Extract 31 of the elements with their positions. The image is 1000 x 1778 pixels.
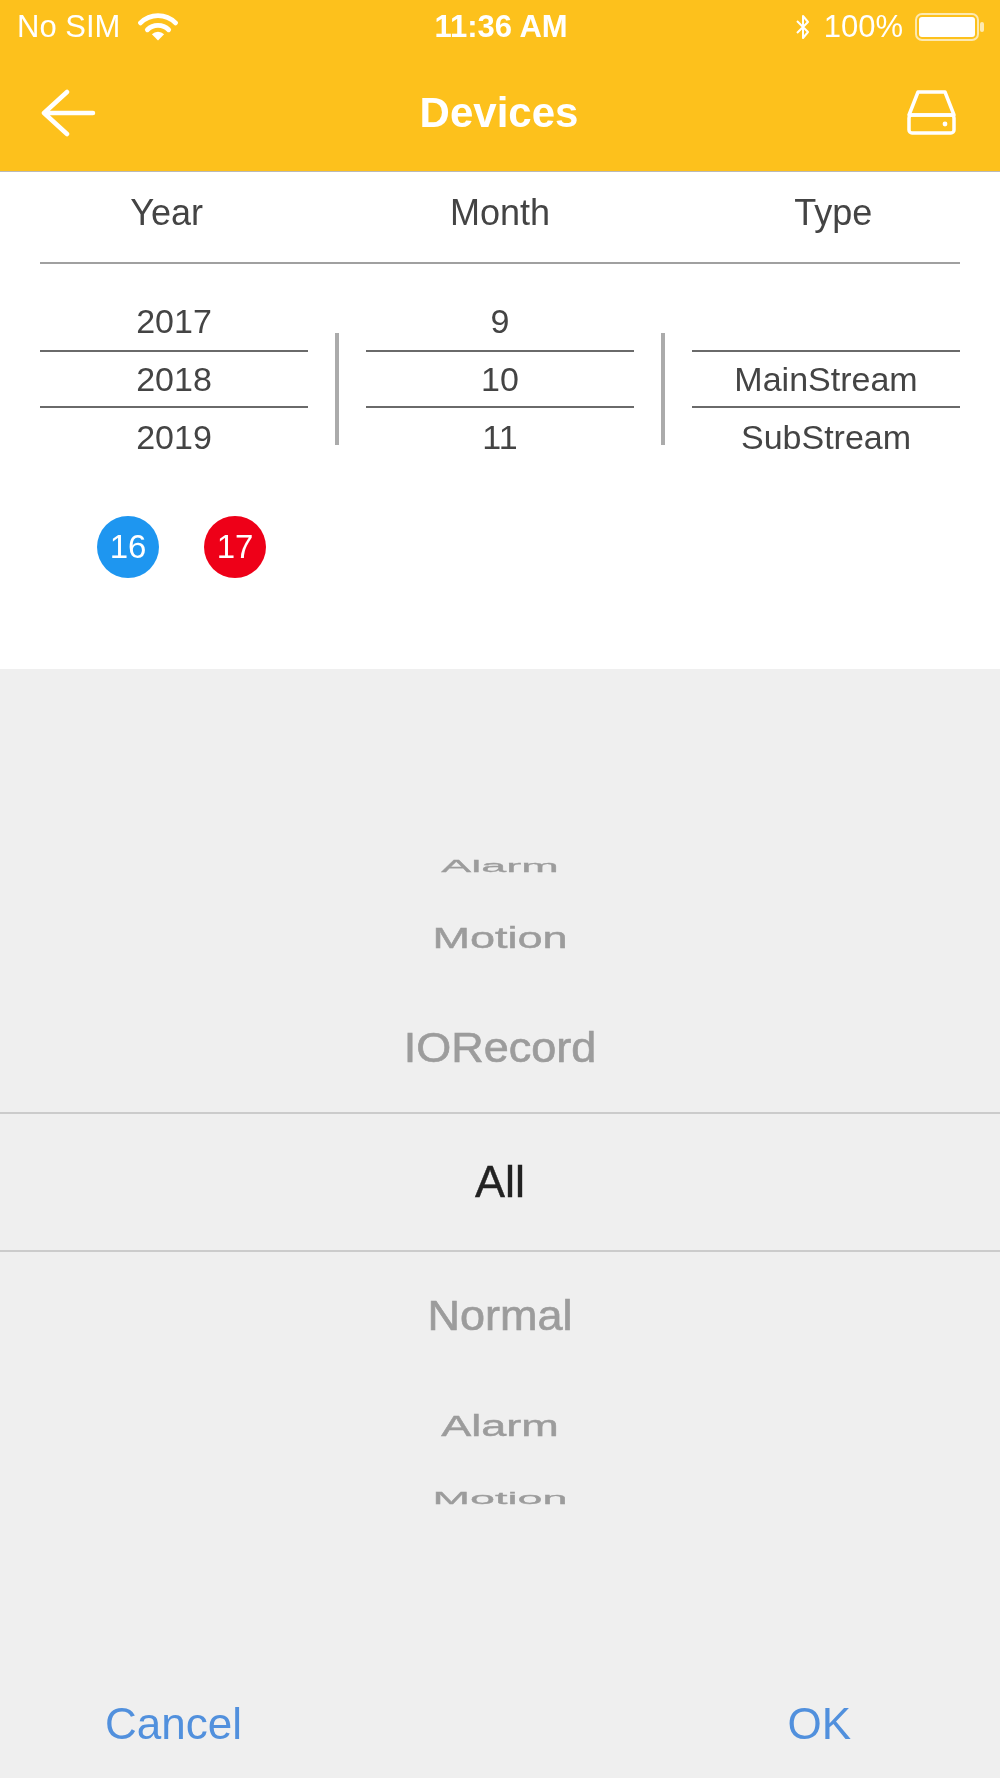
status-time: 11:36 AM: [434, 9, 568, 45]
ok-button[interactable]: OK: [767, 1689, 871, 1759]
day-marker[interactable]: 17: [204, 516, 266, 578]
hard-drive-icon[interactable]: [906, 89, 957, 136]
column-heading: Type: [794, 191, 873, 235]
picker-option[interactable]: 9: [366, 292, 634, 350]
column-heading: Year: [130, 191, 204, 235]
column-heading: Month: [449, 191, 550, 235]
picker-option[interactable]: MainStream: [692, 350, 960, 408]
picker-option[interactable]: 11: [366, 408, 634, 466]
battery-icon: [915, 13, 985, 41]
day-marker[interactable]: 16: [97, 516, 159, 578]
type-option[interactable]: IORecord: [403, 1024, 597, 1072]
type-option[interactable]: All: [475, 1157, 525, 1207]
picker-option[interactable]: 10: [366, 350, 634, 408]
bluetooth-icon: [793, 13, 812, 41]
nav-title: Devices: [419, 87, 579, 138]
cancel-button[interactable]: Cancel: [85, 1689, 262, 1759]
type-option[interactable]: Normal: [427, 1292, 573, 1340]
wifi-icon: [138, 12, 179, 42]
type-option[interactable]: Alarm: [441, 1409, 559, 1443]
picker-option[interactable]: 2018: [40, 350, 308, 408]
picker-option[interactable]: SubStream: [692, 408, 960, 466]
picker-option[interactable]: 2017: [40, 292, 308, 350]
picker-option[interactable]: 2019: [40, 408, 308, 466]
carrier-label: No SIM: [17, 9, 121, 45]
type-option[interactable]: Alarm: [441, 856, 559, 876]
type-option[interactable]: Motion: [432, 921, 568, 955]
back-arrow-icon[interactable]: [41, 88, 96, 137]
type-option[interactable]: Motion: [432, 1488, 568, 1508]
battery-percentage: 100%: [823, 9, 903, 45]
